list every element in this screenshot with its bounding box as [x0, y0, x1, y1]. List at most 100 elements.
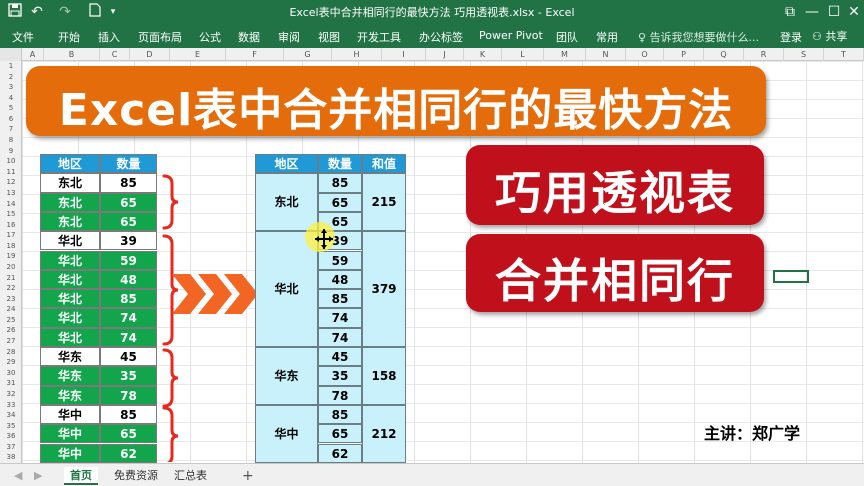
- row-header[interactable]: 28: [0, 347, 22, 358]
- column-header-k[interactable]: K: [464, 48, 502, 61]
- row-header[interactable]: 21: [0, 273, 22, 284]
- column-header-d[interactable]: D: [130, 48, 170, 61]
- quantity-cell: 65: [100, 424, 157, 444]
- column-header-r[interactable]: R: [744, 48, 784, 61]
- column-header-e[interactable]: E: [170, 48, 226, 61]
- scroll-left-icon[interactable]: ◀: [8, 467, 28, 485]
- column-header-b[interactable]: B: [44, 48, 100, 61]
- row-header[interactable]: 19: [0, 251, 22, 262]
- region-cell: 华北: [40, 327, 100, 347]
- row-header[interactable]: 13: [0, 188, 22, 199]
- column-header-t[interactable]: T: [824, 48, 864, 61]
- column-headers: ABCDEFGHIJKLMNOPQRSTUVW: [0, 48, 864, 61]
- row-header[interactable]: 23: [0, 294, 22, 305]
- tab-data[interactable]: 数据: [238, 29, 260, 45]
- restore-icon[interactable]: ⧉: [780, 2, 800, 22]
- column-header-f[interactable]: F: [226, 48, 284, 61]
- row-header[interactable]: 33: [0, 400, 22, 411]
- tab-developer[interactable]: 开发工具: [357, 29, 401, 45]
- tab-view[interactable]: 视图: [318, 29, 340, 45]
- select-all-corner[interactable]: [0, 48, 22, 61]
- row-header[interactable]: 9: [0, 146, 22, 157]
- column-header-q[interactable]: Q: [704, 48, 744, 61]
- row-header[interactable]: 24: [0, 304, 22, 315]
- row-header[interactable]: 31: [0, 378, 22, 389]
- row-header[interactable]: 5: [0, 103, 22, 114]
- row-header[interactable]: 32: [0, 389, 22, 400]
- row-header[interactable]: 15: [0, 209, 22, 220]
- tab-team[interactable]: 团队: [556, 29, 578, 45]
- quantity-cell: 59: [100, 250, 157, 270]
- tab-power-pivot[interactable]: Power Pivot: [479, 29, 543, 42]
- row-header[interactable]: 18: [0, 241, 22, 252]
- row-header[interactable]: 20: [0, 262, 22, 273]
- scroll-right-icon[interactable]: ▶: [28, 467, 48, 485]
- sheet-tab-free-resources[interactable]: 免费资源: [108, 467, 164, 485]
- tab-home[interactable]: 开始: [58, 29, 80, 45]
- bracket-east: [162, 348, 179, 408]
- column-header-c[interactable]: C: [100, 48, 130, 61]
- selected-cell[interactable]: [773, 270, 809, 283]
- excel-window: ↶ ↷ ▾ Excel表中合并相同行的最快方法 巧用透视表.xlsx - Exc…: [0, 0, 864, 486]
- row-header[interactable]: 25: [0, 315, 22, 326]
- column-header-m[interactable]: M: [544, 48, 586, 61]
- row-header[interactable]: 34: [0, 410, 22, 421]
- region-cell: 华中: [40, 424, 100, 444]
- row-header[interactable]: 8: [0, 135, 22, 146]
- share-button[interactable]: ⚇ 共享: [812, 28, 847, 44]
- add-sheet-button[interactable]: +: [236, 467, 260, 485]
- row-header[interactable]: 2: [0, 72, 22, 83]
- quantity-cell: 85: [100, 289, 157, 309]
- row-header[interactable]: 1: [0, 61, 22, 72]
- tab-common[interactable]: 常用: [596, 29, 618, 45]
- tab-page-layout[interactable]: 页面布局: [138, 29, 182, 45]
- pivot-quantity-cell: 85: [318, 173, 362, 193]
- row-header[interactable]: 6: [0, 114, 22, 125]
- minimize-icon[interactable]: —: [802, 2, 822, 22]
- row-header[interactable]: 16: [0, 220, 22, 231]
- sheet-tab-home[interactable]: 首页: [64, 467, 98, 485]
- tab-review[interactable]: 审阅: [278, 29, 300, 45]
- tab-insert[interactable]: 插入: [98, 29, 120, 45]
- row-header[interactable]: 10: [0, 156, 22, 167]
- row-header[interactable]: 11: [0, 167, 22, 178]
- row-header[interactable]: 30: [0, 368, 22, 379]
- row-header[interactable]: 36: [0, 431, 22, 442]
- maximize-icon[interactable]: ☐: [824, 2, 844, 22]
- banner-title: Excel表中合并相同行的最快方法: [58, 85, 734, 136]
- column-header-o[interactable]: O: [626, 48, 664, 61]
- row-header[interactable]: 4: [0, 93, 22, 104]
- group-brackets: [162, 174, 258, 462]
- column-header-i[interactable]: I: [382, 48, 426, 61]
- column-header-n[interactable]: N: [586, 48, 626, 61]
- region-cell: 华北: [40, 250, 100, 270]
- row-header[interactable]: 26: [0, 325, 22, 336]
- column-header-h[interactable]: H: [332, 48, 382, 61]
- row-header[interactable]: 37: [0, 442, 22, 453]
- tell-me-search[interactable]: ♀ 告诉我您想要做什么...: [638, 29, 759, 45]
- tab-file[interactable]: 文件: [12, 29, 34, 45]
- row-header[interactable]: 29: [0, 357, 22, 368]
- row-header[interactable]: 3: [0, 82, 22, 93]
- row-header[interactable]: 38: [0, 452, 22, 463]
- column-header-g[interactable]: G: [284, 48, 332, 61]
- column-header-l[interactable]: L: [502, 48, 544, 61]
- column-header-p[interactable]: P: [664, 48, 704, 61]
- row-header[interactable]: 12: [0, 177, 22, 188]
- tab-formulas[interactable]: 公式: [199, 29, 221, 45]
- row-header[interactable]: 35: [0, 421, 22, 432]
- double-chevron-arrow-icon: [172, 274, 258, 314]
- sign-in-link[interactable]: 登录: [780, 29, 802, 45]
- column-header-j[interactable]: J: [426, 48, 464, 61]
- row-header[interactable]: 7: [0, 124, 22, 135]
- column-header-s[interactable]: S: [784, 48, 824, 61]
- row-header[interactable]: 17: [0, 230, 22, 241]
- row-header[interactable]: 22: [0, 283, 22, 294]
- close-icon[interactable]: ✕: [844, 2, 864, 22]
- column-header-a[interactable]: A: [22, 48, 44, 61]
- row-header[interactable]: 27: [0, 336, 22, 347]
- pivot-quantity-cell: 48: [318, 269, 362, 290]
- row-header[interactable]: 14: [0, 199, 22, 210]
- sheet-tab-summary[interactable]: 汇总表: [168, 467, 213, 485]
- tab-office-tab[interactable]: 办公标签: [419, 29, 463, 45]
